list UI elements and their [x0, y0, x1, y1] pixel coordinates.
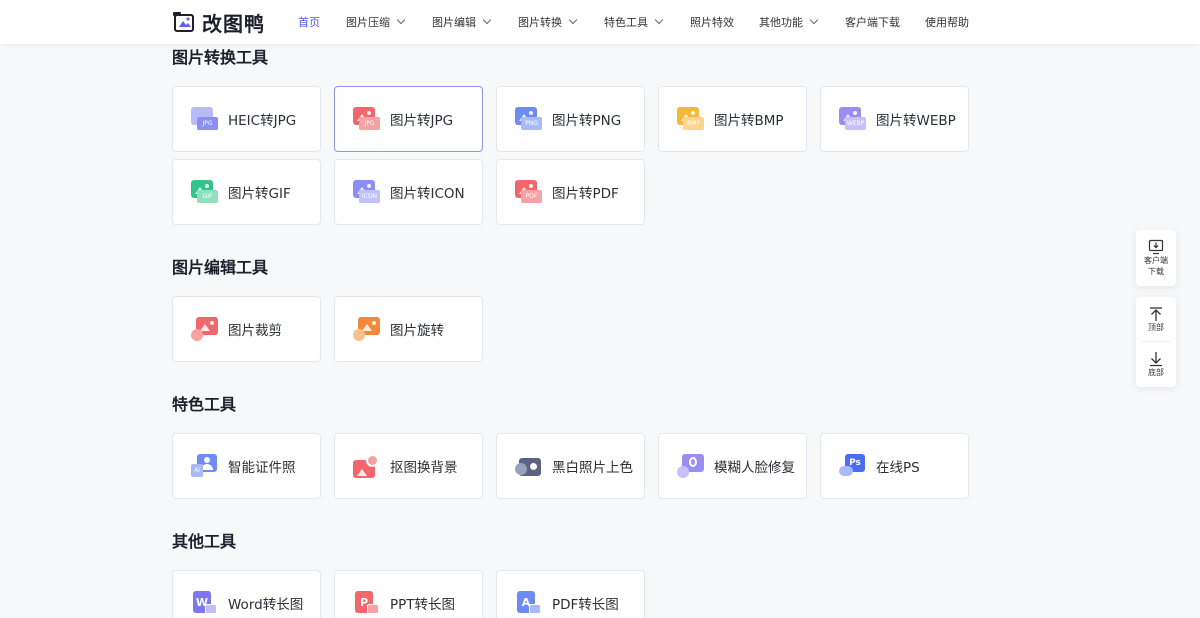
- tool-card-face-restore[interactable]: 模糊人脸修复: [658, 433, 807, 499]
- tool-card-image-to-gif[interactable]: GIF 图片转GIF: [172, 159, 321, 225]
- image-to-pdf-icon: PDF: [515, 180, 542, 204]
- nav-home-label: 首页: [298, 16, 320, 29]
- chevron-down-icon: [396, 15, 406, 25]
- tool-label: PDF转长图: [552, 597, 619, 613]
- go-to-bottom-button[interactable]: 底部: [1136, 342, 1176, 386]
- monitor-download-icon: [1148, 239, 1164, 255]
- cutout-background-icon: [353, 454, 380, 478]
- tool-card-pdf-to-image[interactable]: A PDF转长图: [496, 570, 645, 618]
- online-ps-icon: Ps: [839, 454, 866, 478]
- tool-card-image-to-png[interactable]: PNG 图片转PNG: [496, 86, 645, 152]
- arrow-down-icon: [1150, 351, 1162, 366]
- tool-card-ppt-to-image[interactable]: P PPT转长图: [334, 570, 483, 618]
- tool-card-colorize-photo[interactable]: 黑白照片上色: [496, 433, 645, 499]
- nav-label: 使用帮助: [925, 16, 969, 29]
- word-to-image-icon: W: [191, 591, 218, 615]
- nav-image-compress[interactable]: 图片压缩: [346, 0, 432, 44]
- download-label-line2: 下载: [1148, 267, 1164, 276]
- image-to-jpg-icon: JPG: [353, 107, 380, 131]
- main-nav: 首页 图片压缩 图片编辑 图片转换 特色工具 照片特效 其他功能 客户端下载 使…: [298, 0, 985, 44]
- side-download-panel: 客户端 下载: [1136, 230, 1176, 286]
- tool-card-image-to-icon[interactable]: ICON 图片转ICON: [334, 159, 483, 225]
- nav-label: 客户端下载: [845, 16, 900, 29]
- id-photo-icon: AI: [191, 454, 218, 478]
- tool-card-image-to-bmp[interactable]: BMP 图片转BMP: [658, 86, 807, 152]
- bottom-label: 底部: [1148, 367, 1164, 377]
- image-to-webp-icon: WEBP: [839, 107, 866, 131]
- tool-card-image-to-webp[interactable]: WEBP 图片转WEBP: [820, 86, 969, 152]
- nav-label: 特色工具: [604, 16, 648, 29]
- tool-card-cutout-background[interactable]: 抠图换背景: [334, 433, 483, 499]
- top-header: 改图鸭 首页 图片压缩 图片编辑 图片转换 特色工具 照片特效 其他功能 客户端…: [0, 0, 1200, 44]
- tool-label: 图片转BMP: [714, 113, 784, 129]
- tool-label: 在线PS: [876, 460, 920, 476]
- tool-card-image-to-jpg[interactable]: JPG 图片转JPG: [334, 86, 483, 152]
- face-restore-icon: [677, 454, 704, 478]
- chevron-down-icon: [654, 15, 664, 25]
- tool-label: 图片转PNG: [552, 113, 622, 129]
- arrow-up-icon: [1150, 306, 1162, 321]
- nav-image-edit[interactable]: 图片编辑: [432, 0, 518, 44]
- tool-label: 图片转PDF: [552, 186, 619, 202]
- nav-other-functions[interactable]: 其他功能: [759, 0, 845, 44]
- colorize-photo-icon: [515, 454, 542, 478]
- image-to-png-icon: PNG: [515, 107, 542, 131]
- client-download-button[interactable]: 客户端 下载: [1136, 230, 1176, 286]
- nav-photo-effects[interactable]: 照片特效: [690, 0, 759, 44]
- tool-card-image-crop[interactable]: 图片裁剪: [172, 296, 321, 362]
- image-to-gif-icon: GIF: [191, 180, 218, 204]
- pdf-to-image-icon: A: [515, 591, 542, 615]
- nav-label: 其他功能: [759, 16, 803, 29]
- nav-label: 图片编辑: [432, 16, 476, 29]
- tool-label: HEIC转JPG: [228, 113, 297, 129]
- tool-card-id-photo[interactable]: AI 智能证件照: [172, 433, 321, 499]
- back-to-top-button[interactable]: 顶部: [1136, 297, 1176, 341]
- tool-label: 图片转JPG: [390, 113, 454, 129]
- side-scroll-panel: 顶部 底部: [1136, 297, 1176, 387]
- section-title-edit: 图片编辑工具: [172, 258, 269, 277]
- image-rotate-icon: [353, 317, 380, 341]
- nav-label: 图片转换: [518, 16, 562, 29]
- download-label-line1: 客户端: [1144, 256, 1168, 265]
- section-title-other: 其他工具: [172, 532, 237, 551]
- heic-to-jpg-icon: JPG: [191, 107, 218, 131]
- image-to-icon-icon: ICON: [353, 180, 380, 204]
- tool-card-image-to-pdf[interactable]: PDF 图片转PDF: [496, 159, 645, 225]
- top-label: 顶部: [1148, 322, 1164, 332]
- tool-label: 图片旋转: [390, 323, 444, 339]
- chevron-down-icon: [482, 15, 492, 25]
- nav-help[interactable]: 使用帮助: [925, 0, 985, 44]
- tool-card-online-ps[interactable]: Ps 在线PS: [820, 433, 969, 499]
- tool-label: 抠图换背景: [390, 460, 458, 476]
- tool-card-heic-to-jpg[interactable]: JPG HEIC转JPG: [172, 86, 321, 152]
- ppt-to-image-icon: P: [353, 591, 380, 615]
- tool-label: Word转长图: [228, 597, 304, 613]
- tool-card-word-to-image[interactable]: W Word转长图: [172, 570, 321, 618]
- logo-text: 改图鸭: [202, 11, 265, 36]
- site-logo[interactable]: 改图鸭: [172, 8, 265, 36]
- image-to-bmp-icon: BMP: [677, 107, 704, 131]
- section-title-convert: 图片转换工具: [172, 48, 269, 67]
- nav-label: 照片特效: [690, 16, 734, 29]
- nav-client-download[interactable]: 客户端下载: [845, 0, 925, 44]
- tool-label: 智能证件照: [228, 460, 296, 476]
- tool-label: 模糊人脸修复: [714, 460, 795, 476]
- tool-label: 图片转WEBP: [876, 113, 956, 129]
- tool-label: 图片裁剪: [228, 323, 282, 339]
- tool-label: 图片转ICON: [390, 186, 465, 202]
- tool-card-image-rotate[interactable]: 图片旋转: [334, 296, 483, 362]
- logo-icon: [172, 10, 196, 34]
- nav-home[interactable]: 首页: [298, 0, 346, 44]
- chevron-down-icon: [568, 15, 578, 25]
- image-crop-icon: [191, 317, 218, 341]
- chevron-down-icon: [809, 15, 819, 25]
- section-title-special: 特色工具: [172, 395, 237, 414]
- nav-image-convert[interactable]: 图片转换: [518, 0, 604, 44]
- tool-label: PPT转长图: [390, 597, 456, 613]
- nav-label: 图片压缩: [346, 16, 390, 29]
- tool-label: 黑白照片上色: [552, 460, 633, 476]
- nav-special-tools[interactable]: 特色工具: [604, 0, 690, 44]
- tool-label: 图片转GIF: [228, 186, 291, 202]
